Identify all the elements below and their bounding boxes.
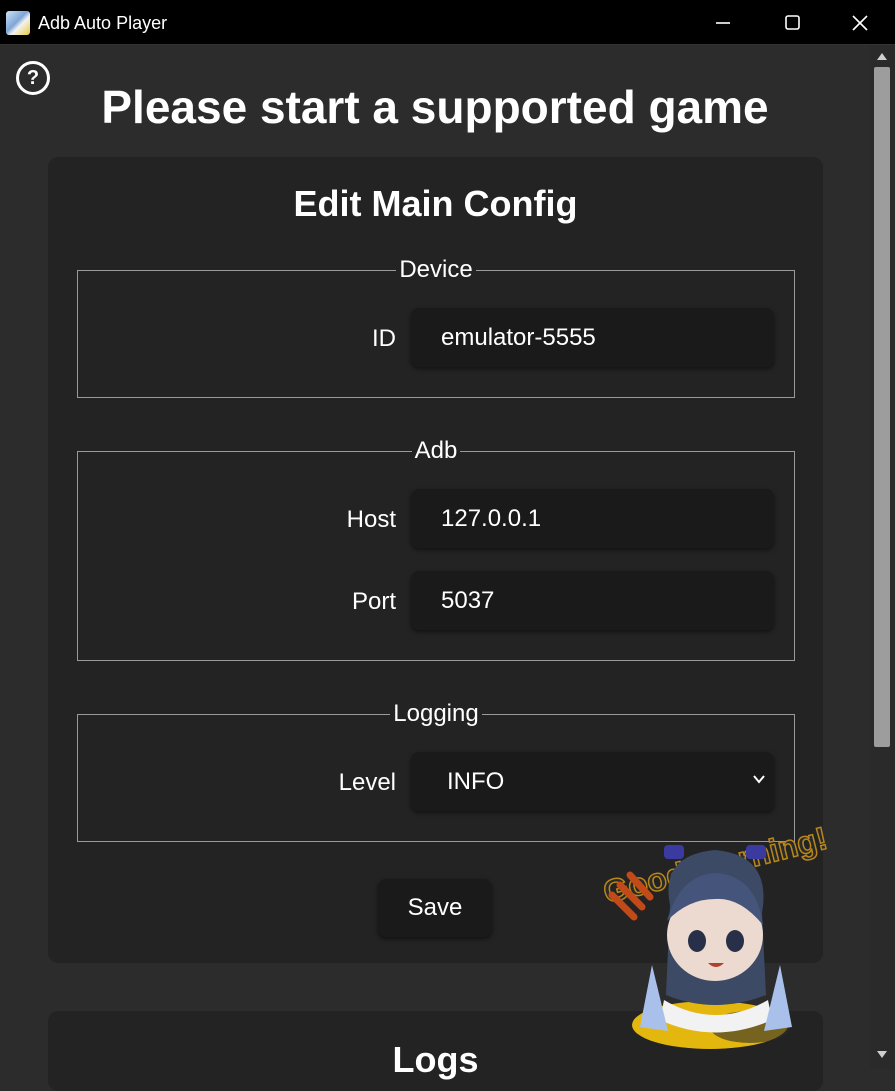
- adb-host-input[interactable]: 127.0.0.1: [411, 489, 774, 548]
- scroll-up-arrow-icon[interactable]: [877, 53, 887, 60]
- device-fieldset: Device ID emulator-5555: [77, 257, 795, 398]
- device-legend: Device: [399, 256, 473, 283]
- mascot-sticker-image: Good Morning!: [599, 819, 832, 1049]
- config-title: Edit Main Config: [293, 183, 578, 224]
- maximize-icon: [784, 15, 800, 30]
- logging-level-label: Level: [338, 769, 396, 796]
- app-icon: [6, 11, 30, 35]
- scroll-down-arrow-icon[interactable]: [877, 1051, 887, 1058]
- page-title: Please start a supported game: [101, 81, 769, 133]
- adb-fieldset: Adb Host 127.0.0.1 Port 5037: [77, 438, 795, 661]
- device-id-input[interactable]: emulator-5555: [411, 308, 774, 367]
- save-button[interactable]: Save: [378, 879, 492, 937]
- adb-host-value: 127.0.0.1: [441, 504, 542, 532]
- device-id-label: ID: [372, 325, 396, 352]
- adb-port-input[interactable]: 5037: [411, 571, 774, 630]
- window-title: Adb Auto Player: [38, 13, 168, 33]
- minimize-button[interactable]: [693, 0, 753, 45]
- logging-level-value: INFO: [447, 767, 505, 795]
- adb-port-value: 5037: [441, 586, 495, 614]
- title-bar: Adb Auto Player: [0, 0, 895, 45]
- vertical-scrollbar[interactable]: [870, 45, 895, 1069]
- maximize-button[interactable]: [762, 0, 822, 45]
- minimize-icon: [716, 21, 730, 24]
- scroll-thumb[interactable]: [874, 67, 890, 747]
- logging-legend: Logging: [393, 700, 479, 727]
- adb-host-label: Host: [346, 506, 396, 533]
- chevron-down-icon: [753, 775, 765, 784]
- adb-port-label: Port: [351, 588, 396, 615]
- close-icon: [852, 14, 868, 31]
- adb-legend: Adb: [414, 437, 458, 464]
- device-id-value: emulator-5555: [441, 323, 596, 351]
- close-button[interactable]: [830, 0, 890, 45]
